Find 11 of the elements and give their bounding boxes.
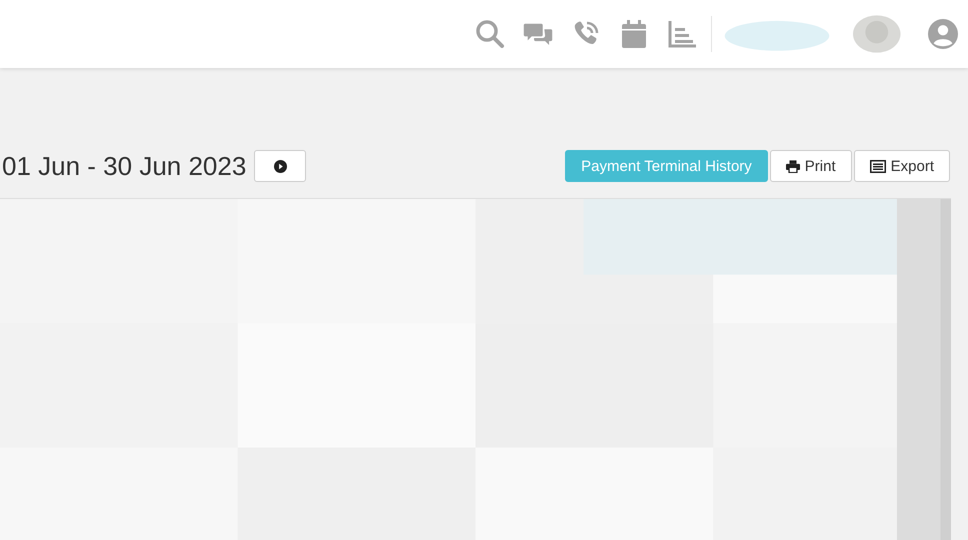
calendar-icon[interactable]: [619, 19, 649, 49]
bar-chart-icon[interactable]: [667, 19, 697, 49]
search-icon[interactable]: [475, 19, 505, 49]
export-button[interactable]: Export: [854, 150, 950, 182]
print-button[interactable]: Print: [770, 150, 852, 182]
user-avatar-icon[interactable]: [928, 19, 958, 49]
play-icon: [274, 160, 287, 172]
date-range: 01 Jun - 30 Jun 2023: [2, 150, 246, 182]
list-icon: [870, 160, 886, 172]
play-button[interactable]: [254, 150, 306, 182]
printer-icon: [786, 160, 800, 172]
